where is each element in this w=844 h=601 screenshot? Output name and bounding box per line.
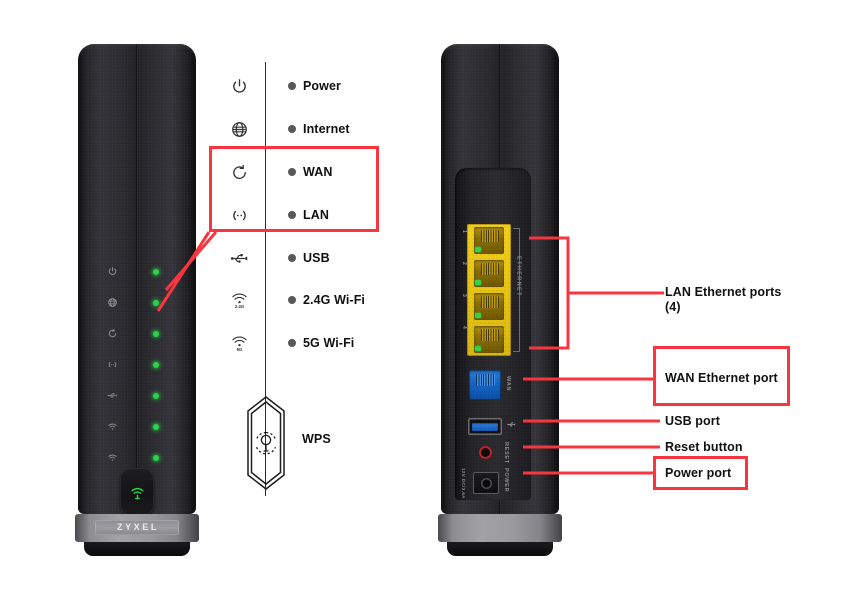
usb-icon — [507, 420, 516, 429]
front-view-router: ZYXEL — [75, 44, 199, 556]
globe-icon — [107, 297, 118, 308]
hw-icon-usb — [104, 380, 120, 411]
led-usb — [150, 380, 162, 411]
front-router-foot — [84, 542, 190, 556]
wifi-icon — [107, 421, 118, 432]
callout-usb-port: USB port — [665, 414, 720, 428]
led-power — [150, 256, 162, 287]
led-internet — [150, 287, 162, 318]
front-led-icon-column — [104, 256, 120, 473]
led-wifi-5g — [150, 442, 162, 473]
legend-icon-wifi-5g: 5G — [228, 331, 250, 353]
legend-bullet — [288, 254, 296, 262]
rear-view-router: 1 2 3 4 ETHERNET WAN RESET 12V DC/3.6A P… — [438, 44, 562, 556]
highlight-box-wan-lan-leds — [209, 146, 379, 232]
hw-icon-wifi-2-4g — [104, 411, 120, 442]
router-seam-line — [136, 44, 137, 514]
legend-icon-usb — [228, 247, 250, 269]
led-lan — [150, 349, 162, 380]
wps-button[interactable] — [120, 468, 154, 516]
lan-port-1[interactable] — [474, 227, 504, 254]
hw-icon-lan — [104, 349, 120, 380]
legend-row-wifi-2-4g: 2.4G Wi-Fi — [288, 292, 365, 308]
legend-label-usb: USB — [303, 251, 330, 265]
wan-port-label: WAN — [505, 376, 511, 392]
lan-port-number-3: 3 — [461, 294, 467, 297]
wan-loop-icon — [107, 328, 118, 339]
front-router-base: ZYXEL — [75, 514, 199, 542]
usb-port-inner — [472, 422, 498, 431]
diagram-canvas: ZYXEL 2.4G 5G Power Internet WAN LAN USB… — [0, 0, 844, 601]
legend-bullet — [288, 125, 296, 133]
callout-wan-ethernet-port: WAN Ethernet port — [665, 371, 778, 385]
legend-icon-wps — [243, 394, 289, 492]
hw-icon-wifi-5g — [104, 442, 120, 473]
legend-bullet — [288, 296, 296, 304]
reset-button[interactable] — [479, 446, 492, 459]
legend-label-wifi-5g: 5G Wi-Fi — [303, 336, 355, 350]
hw-icon-wan — [104, 318, 120, 349]
legend-row-internet: Internet — [288, 121, 350, 137]
power-port-label: POWER — [503, 468, 509, 493]
power-rating-label: 12V DC/3.6A — [461, 468, 466, 499]
lan-signal-icon — [107, 359, 118, 370]
hw-icon-power — [104, 256, 120, 287]
legend-icon-power — [228, 75, 250, 97]
svg-text:5G: 5G — [236, 346, 242, 351]
legend-icon-internet — [228, 118, 250, 140]
legend-label-wifi-2-4g: 2.4G Wi-Fi — [303, 293, 366, 307]
lan-port-number-1: 1 — [461, 230, 467, 233]
lan-port-3[interactable] — [474, 293, 504, 320]
reset-button-label: RESET — [503, 442, 509, 464]
ethernet-group-label: ETHERNET — [515, 256, 522, 297]
lan-port-2[interactable] — [474, 260, 504, 287]
legend-bullet — [288, 339, 296, 347]
usb-port[interactable] — [468, 418, 502, 435]
callout-power-port: Power port — [665, 466, 732, 480]
rear-router-base — [438, 514, 562, 542]
legend-label-internet: Internet — [303, 122, 350, 136]
legend-row-usb: USB — [288, 250, 330, 266]
legend-bullet — [288, 82, 296, 90]
brand-plate: ZYXEL — [95, 520, 179, 535]
rear-router-body: 1 2 3 4 ETHERNET WAN RESET 12V DC/3.6A P… — [441, 44, 559, 514]
power-port[interactable] — [473, 472, 499, 494]
led-wan — [150, 318, 162, 349]
wifi-icon — [107, 452, 118, 463]
legend-label-power: Power — [303, 79, 342, 93]
legend-icon-wifi-2-4g: 2.4G — [228, 288, 250, 310]
lan-port-number-4: 4 — [461, 326, 467, 329]
led-wifi-2-4g — [150, 411, 162, 442]
rear-router-foot — [447, 542, 553, 556]
wan-ethernet-port[interactable] — [469, 370, 501, 400]
svg-text:2.4G: 2.4G — [234, 303, 244, 308]
hw-icon-internet — [104, 287, 120, 318]
usb-icon — [107, 390, 118, 401]
lan-port-4[interactable] — [474, 326, 504, 353]
legend-row-wifi-5g: 5G Wi-Fi — [288, 335, 354, 351]
lan-ethernet-ports[interactable] — [467, 224, 511, 356]
lan-port-number-2: 2 — [461, 262, 467, 265]
legend-label-wps: WPS — [302, 432, 331, 446]
legend-row-power: Power — [288, 78, 341, 94]
front-router-body — [78, 44, 196, 514]
brand-label: ZYXEL — [116, 522, 159, 532]
front-led-dot-column — [150, 256, 162, 473]
callout-reset-button: Reset button — [665, 440, 743, 454]
callout-lan-ethernet-ports: LAN Ethernet ports (4) — [665, 285, 782, 314]
power-icon — [107, 266, 118, 277]
